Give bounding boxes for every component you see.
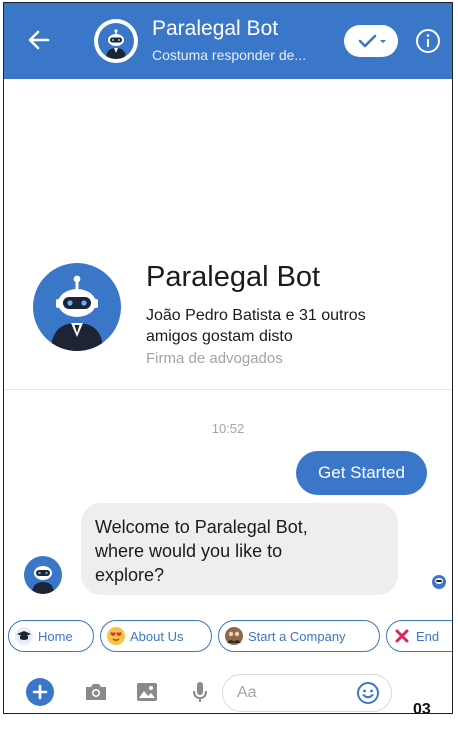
gallery-button[interactable] [134, 679, 160, 705]
people-icon [225, 627, 243, 645]
plus-icon [32, 684, 48, 700]
user-message-get-started[interactable]: Get Started [296, 451, 427, 495]
camera-icon [86, 684, 106, 700]
info-button[interactable] [414, 27, 442, 55]
smiley-icon [357, 682, 379, 704]
quick-reply-start-a-company[interactable]: Start a Company [218, 620, 380, 652]
info-icon [416, 29, 440, 53]
check-dropdown-icon [358, 34, 386, 48]
quick-reply-label: Start a Company [248, 628, 346, 644]
quick-reply-label: Home [38, 628, 73, 644]
quick-replies: Home About Us Start a Company End [4, 620, 452, 652]
cross-mark-icon [393, 627, 411, 645]
message-timestamp: 10:52 [211, 421, 245, 436]
emoji-button[interactable] [356, 681, 380, 705]
quick-reply-end[interactable]: End [386, 620, 452, 652]
robot-icon [98, 23, 134, 59]
screenshot-frame: Paralegal Bot Costuma responder de... Pa… [0, 0, 458, 731]
profile-name: Paralegal Bot [146, 261, 321, 293]
bot-message-line: where would you like to [95, 541, 283, 561]
back-button[interactable] [24, 25, 54, 55]
plus-button[interactable] [26, 678, 54, 706]
bot-message-line: Welcome to Paralegal Bot, [95, 517, 308, 537]
robot-icon [51, 275, 103, 351]
bot-message-line: explore? [95, 565, 165, 585]
bot-message-avatar[interactable] [24, 556, 62, 594]
camera-button[interactable] [83, 679, 109, 705]
profile-bot-avatar [33, 263, 121, 351]
messenger-screen: Paralegal Bot Costuma responder de... Pa… [3, 2, 453, 714]
arrow-left-icon [28, 30, 50, 50]
check-dropdown-button[interactable] [344, 25, 398, 57]
figure-number: 03 [413, 701, 431, 718]
profile-likes: João Pedro Batista e 31 outros amigos go… [146, 307, 366, 345]
quick-reply-label: About Us [130, 628, 184, 644]
quick-reply-about-us[interactable]: About Us [100, 620, 212, 652]
header-bot-avatar[interactable] [94, 19, 138, 63]
header-title: Paralegal Bot [152, 17, 279, 40]
message-composer [4, 665, 452, 713]
quick-reply-label: End [416, 628, 440, 644]
voice-button[interactable] [187, 679, 213, 705]
header-subtitle: Costuma responder de... [152, 47, 307, 63]
microphone-icon [193, 682, 207, 702]
graduation-cap-icon [15, 627, 33, 645]
quick-reply-home[interactable]: Home [8, 620, 94, 652]
image-icon [137, 683, 157, 701]
heart-eyes-emoji-icon [107, 627, 125, 645]
profile-category: Firma de advogados [146, 350, 283, 367]
bot-message-bubble: Welcome to Paralegal Bot, where would yo… [81, 503, 398, 595]
divider [4, 389, 452, 390]
chat-header: Paralegal Bot Costuma responder de... [4, 3, 452, 79]
robot-icon [32, 566, 54, 594]
seen-indicator-icon [432, 575, 446, 589]
